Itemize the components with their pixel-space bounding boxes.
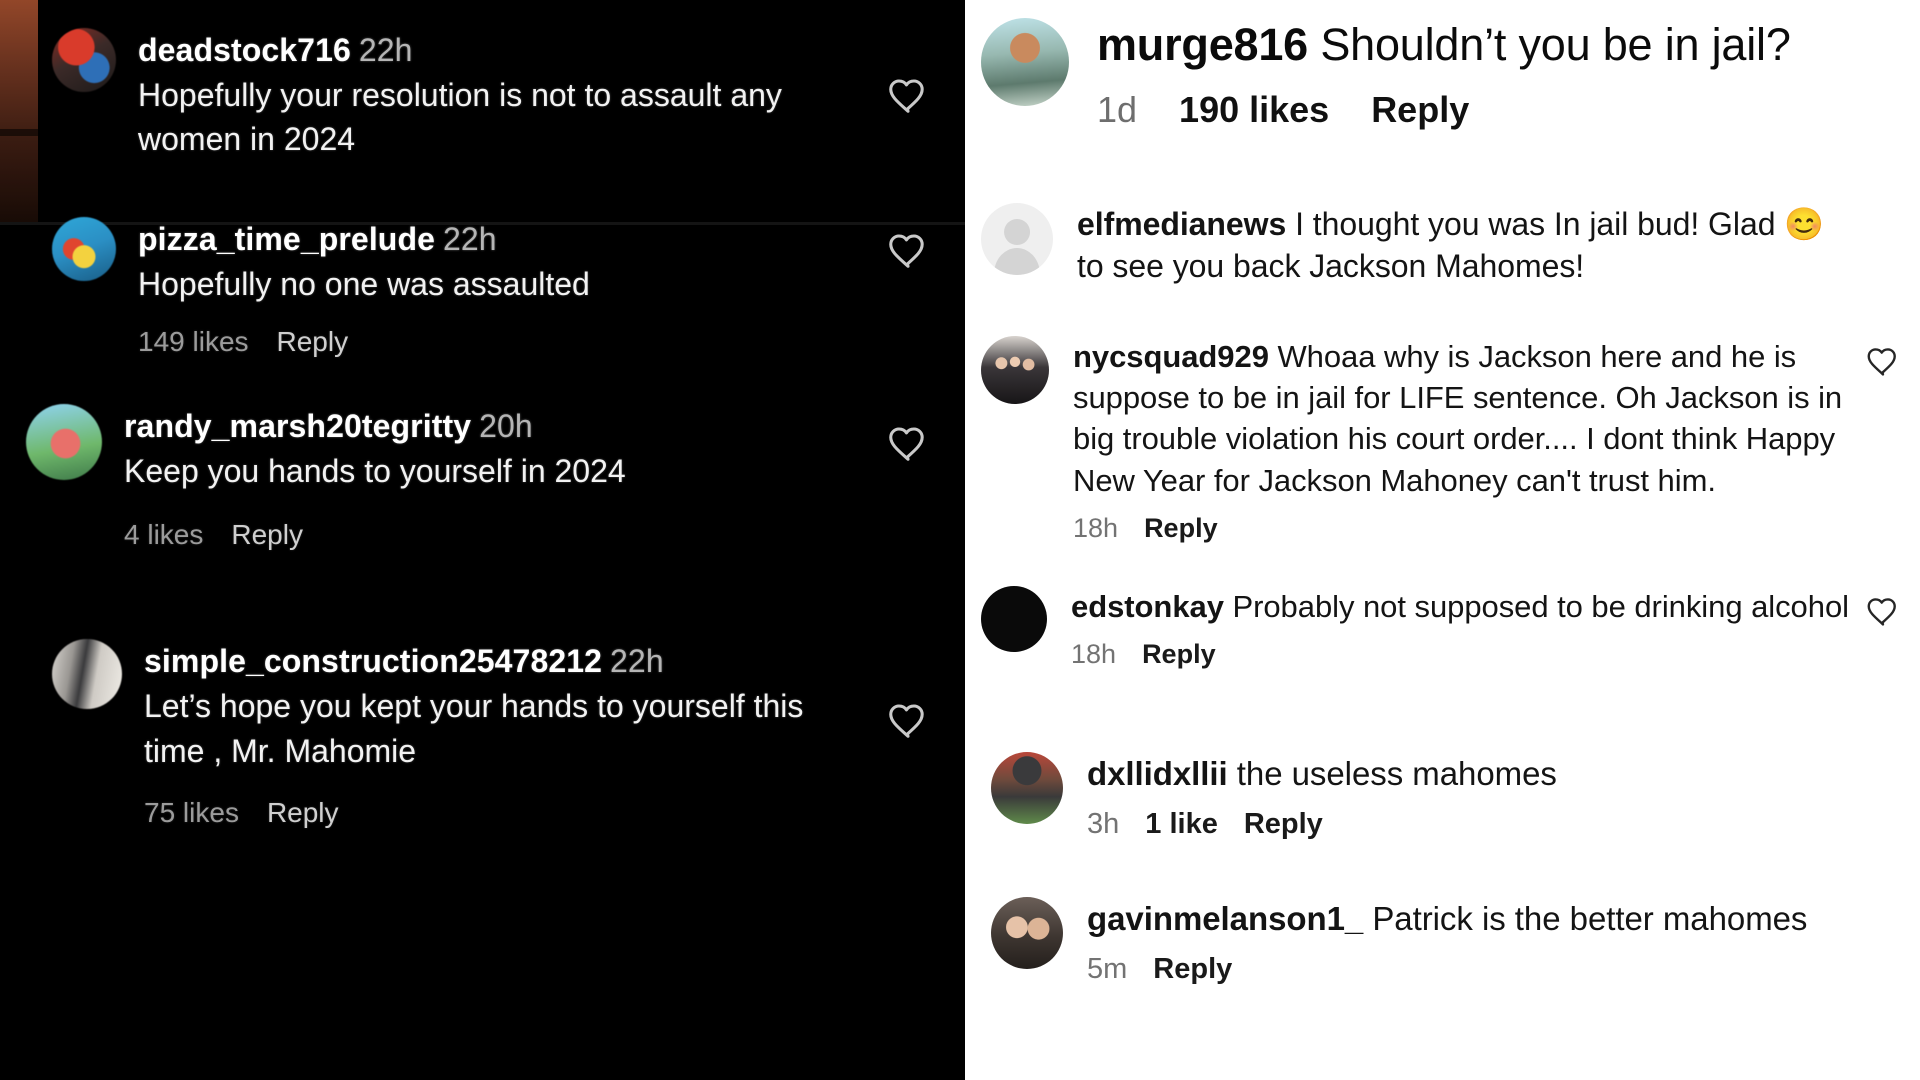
featured-comment-body: murge816 Shouldn’t you be in jail? 1d 19… [1097, 18, 1900, 131]
username[interactable]: murge816 [1097, 19, 1308, 70]
comment-text: Patrick is the better mahomes [1372, 899, 1808, 937]
reply-button[interactable]: Reply [231, 519, 303, 551]
comment-body: dxllidxllii the useless mahomes 3h 1 lik… [1087, 752, 1850, 841]
timestamp: 22h [358, 32, 413, 68]
username[interactable]: edstonkay [1071, 589, 1224, 624]
comment-body: deadstock716 22h Hopefully your resolutio… [138, 28, 869, 161]
username[interactable]: simple_construction25478212 [144, 643, 602, 679]
timestamp: 3h [1087, 807, 1120, 840]
reply-button[interactable]: Reply [1244, 808, 1323, 841]
comment-body: elfmedianews I thought you was In jail b… [1077, 203, 1850, 288]
dark-comment-list: deadstock716 22h Hopefully your resolutio… [0, 0, 965, 829]
comment-item[interactable]: pizza_time_prelude 22h Hopefully no one w… [0, 161, 965, 358]
comment-text: Let’s hope you kept your hands to yourse… [144, 688, 804, 769]
comment-body: simple_construction25478212 22h Let’s hop… [144, 639, 869, 828]
like-count[interactable]: 149 likes [138, 326, 249, 358]
timestamp: 22h [443, 221, 497, 258]
avatar[interactable] [991, 752, 1063, 825]
comment-body: edstonkay Probably not supposed to be dr… [1071, 586, 1850, 670]
timestamp: 22h [610, 643, 664, 680]
comment-item[interactable]: dxllidxllii the useless mahomes 3h 1 lik… [965, 752, 1920, 841]
avatar[interactable] [52, 639, 122, 710]
username[interactable]: elfmedianews [1077, 206, 1286, 242]
like-count[interactable]: 190 likes [1179, 89, 1329, 131]
comment-header: randy_marsh20tegritty 20h [124, 406, 869, 447]
comment-item[interactable]: nycsquad929 Whoaa why is Jackson here an… [965, 335, 1920, 544]
username[interactable]: pizza_time_prelude [138, 221, 435, 257]
timestamp: 5m [1087, 952, 1128, 985]
reply-button[interactable]: Reply [1144, 513, 1218, 544]
username[interactable]: deadstock716 [138, 32, 351, 68]
avatar[interactable] [52, 28, 116, 92]
heart-icon[interactable] [885, 227, 931, 273]
comment-item[interactable]: gavinmelanson1_ Patrick is the better ma… [965, 896, 1920, 986]
comment-header: pizza_time_prelude 22h [138, 219, 869, 260]
light-comments-panel: murge816 Shouldn’t you be in jail? 1d 19… [965, 0, 1920, 1080]
comment-header: deadstock716 22h [138, 30, 869, 71]
like-count[interactable]: 4 likes [124, 519, 203, 551]
comment-meta: 18h Reply [1073, 513, 1850, 544]
comment-body: gavinmelanson1_ Patrick is the better ma… [1087, 897, 1850, 986]
comment-item[interactable]: randy_marsh20tegritty 20h Keep you hands … [0, 358, 965, 551]
reply-button[interactable]: Reply [267, 797, 339, 829]
reply-button[interactable]: Reply [277, 326, 349, 358]
avatar[interactable] [26, 404, 102, 481]
timestamp: 20h [479, 408, 533, 445]
timestamp: 18h [1071, 639, 1117, 670]
comment-item[interactable]: edstonkay Probably not supposed to be dr… [965, 585, 1920, 670]
comment-text-line: nycsquad929 Whoaa why is Jackson here an… [1073, 336, 1850, 501]
comment-text: Probably not supposed to be drinking alc… [1232, 588, 1849, 624]
comment-body: pizza_time_prelude 22h Hopefully no one w… [138, 217, 869, 358]
heart-icon[interactable] [885, 72, 931, 118]
avatar[interactable] [991, 896, 1063, 969]
comment-meta: 3h 1 like Reply [1087, 808, 1850, 841]
username[interactable]: dxllidxllii [1087, 755, 1228, 792]
avatar[interactable] [981, 18, 1069, 106]
avatar[interactable] [981, 585, 1047, 652]
like-count[interactable]: 75 likes [144, 797, 239, 829]
comment-text: Shouldn’t you be in jail? [1320, 19, 1791, 70]
avatar[interactable] [981, 335, 1049, 404]
like-count[interactable]: 1 like [1145, 808, 1218, 841]
comment-text-line: elfmedianews I thought you was In jail b… [1077, 203, 1850, 288]
heart-icon[interactable] [885, 420, 931, 466]
comment-item[interactable]: deadstock716 22h Hopefully your resolutio… [0, 0, 965, 161]
heart-icon[interactable] [1864, 592, 1902, 630]
avatar[interactable] [52, 217, 116, 282]
comment-meta: 4 likes Reply [124, 519, 869, 551]
comment-item[interactable]: simple_construction25478212 22h Let’s hop… [0, 551, 965, 828]
comment-body: nycsquad929 Whoaa why is Jackson here an… [1073, 336, 1850, 544]
featured-comment-meta: 1d 190 likes Reply [1097, 89, 1900, 131]
comment-text: Hopefully no one was assaulted [138, 266, 590, 303]
reply-button[interactable]: Reply [1153, 953, 1232, 986]
reply-button[interactable]: Reply [1371, 89, 1469, 131]
comment-text: Hopefully your resolution is not to assa… [138, 76, 782, 158]
featured-comment[interactable]: murge816 Shouldn’t you be in jail? 1d 19… [965, 0, 1920, 131]
timestamp: 1d [1097, 88, 1138, 130]
heart-icon[interactable] [885, 697, 931, 743]
comment-text: Keep you hands to yourself in 2024 [124, 453, 626, 490]
comment-header: simple_construction25478212 22h [144, 641, 869, 682]
comment-item[interactable]: elfmedianews I thought you was In jail b… [965, 202, 1920, 288]
timestamp: 18h [1073, 512, 1119, 543]
comment-meta: 149 likes Reply [138, 326, 869, 358]
featured-comment-text: murge816 Shouldn’t you be in jail? [1097, 18, 1900, 73]
username[interactable]: gavinmelanson1_ [1087, 900, 1363, 937]
comment-meta: 18h Reply [1071, 639, 1850, 670]
heart-icon[interactable] [1864, 342, 1902, 380]
reply-button[interactable]: Reply [1142, 639, 1216, 670]
comment-text: the useless mahomes [1236, 755, 1557, 793]
comment-body: randy_marsh20tegritty 20h Keep you hands … [124, 404, 869, 551]
screenshot-root: deadstock716 22h Hopefully your resolutio… [0, 0, 1920, 1080]
comment-meta: 75 likes Reply [144, 797, 869, 829]
comment-text-line: dxllidxllii the useless mahomes [1087, 752, 1850, 796]
username[interactable]: randy_marsh20tegritty [124, 408, 471, 444]
username[interactable]: nycsquad929 [1073, 339, 1269, 374]
dark-comments-panel: deadstock716 22h Hopefully your resolutio… [0, 0, 965, 1080]
comment-text-line: edstonkay Probably not supposed to be dr… [1071, 586, 1850, 627]
comment-text-line: gavinmelanson1_ Patrick is the better ma… [1087, 897, 1850, 941]
person-placeholder-icon[interactable] [981, 202, 1053, 275]
comment-meta: 5m Reply [1087, 953, 1850, 986]
